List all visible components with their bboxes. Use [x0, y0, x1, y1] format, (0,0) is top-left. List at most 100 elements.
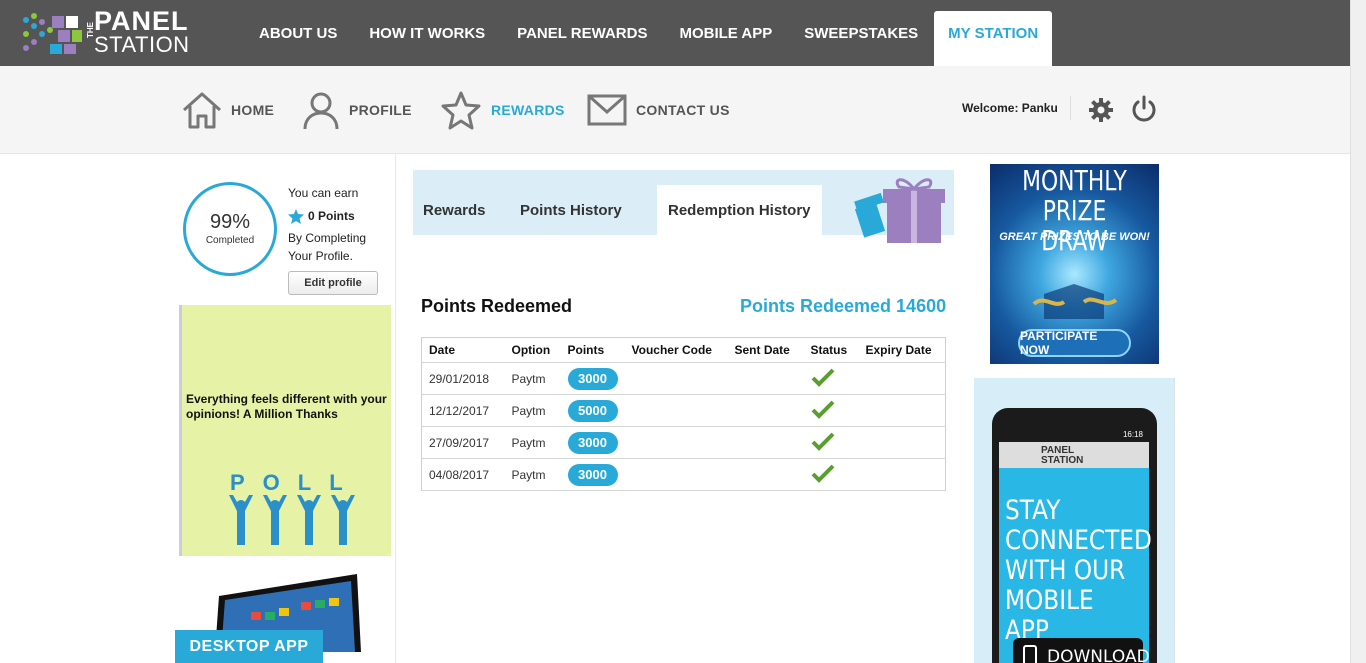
- page-scrollbar[interactable]: [1350, 0, 1366, 663]
- subnav-profile[interactable]: PROFILE: [301, 66, 412, 154]
- table-row: 12/12/2017 Paytm 5000: [421, 394, 946, 427]
- subnav-contact-us[interactable]: CONTACT US: [586, 66, 730, 154]
- cell-sent: [727, 394, 804, 427]
- cell-voucher: [624, 458, 728, 491]
- menu-about-us[interactable]: ABOUT US: [243, 0, 353, 66]
- left-sidebar: 99% Completed You can earn 0 Points By C…: [175, 154, 396, 663]
- cell-voucher: [624, 394, 728, 427]
- cell-expiry: [858, 394, 946, 427]
- logo-mosaic-icon: [23, 13, 82, 54]
- col-voucher-code: Voucher Code: [624, 337, 728, 363]
- menu-my-station[interactable]: MY STATION: [934, 11, 1053, 66]
- right-sidebar: MONTHLY PRIZE DRAW GREAT PRIZES TO BE WO…: [974, 154, 1366, 663]
- logo-panel-text: PANEL: [94, 6, 189, 36]
- cell-expiry: [858, 426, 946, 459]
- panel-station-logo[interactable]: THE PANEL STATION: [22, 8, 192, 58]
- completion-label: Completed: [205, 235, 255, 246]
- monthly-prize-draw-banner[interactable]: MONTHLY PRIZE DRAW GREAT PRIZES TO BE WO…: [990, 164, 1159, 364]
- mail-icon: [587, 94, 627, 126]
- desktop-app-banner[interactable]: DESKTOP APP: [175, 572, 396, 663]
- cell-voucher: [624, 362, 728, 395]
- cell-points: 5000: [560, 394, 625, 427]
- menu-panel-rewards[interactable]: PANEL REWARDS: [501, 0, 663, 66]
- menu-sweepstakes[interactable]: SWEEPSTAKES: [788, 0, 934, 66]
- earn-points-row: 0 Points: [288, 207, 388, 225]
- cell-option: Paytm: [504, 362, 561, 395]
- tab-rewards[interactable]: Rewards: [423, 185, 486, 235]
- download-label: DOWNLOAD: [1047, 647, 1150, 663]
- subnav-home-label: HOME: [231, 102, 275, 118]
- cell-points: 3000: [560, 426, 625, 459]
- subnav-profile-label: PROFILE: [349, 102, 412, 118]
- table-header-row: Date Option Points Voucher Code Sent Dat…: [421, 337, 946, 363]
- cell-points: 3000: [560, 362, 625, 395]
- cell-option: Paytm: [504, 394, 561, 427]
- cell-option: Paytm: [504, 458, 561, 491]
- download-button[interactable]: DOWNLOAD: [1013, 638, 1150, 663]
- cell-date: 27/09/2017: [421, 426, 505, 459]
- check-icon: [811, 368, 834, 387]
- divider: [1070, 96, 1071, 120]
- rewards-tabs-bar: Rewards Points History Redemption Histor…: [413, 170, 954, 243]
- participate-now-button[interactable]: PARTICIPATE NOW: [1018, 329, 1131, 357]
- poll-banner[interactable]: Everything feels different with your opi…: [179, 305, 391, 556]
- cell-expiry: [858, 458, 946, 491]
- profile-completion-ring: 99% Completed: [183, 182, 277, 276]
- main-menu: ABOUT US HOW IT WORKS PANEL REWARDS MOBI…: [243, 0, 1053, 66]
- phone-illustration: 16:18 PANEL STATION STAY CONNECTED WITH …: [992, 408, 1157, 663]
- phone-screen: PANEL STATION STAY CONNECTED WITH OUR MO…: [999, 442, 1152, 663]
- mobile-app-banner[interactable]: 16:18 PANEL STATION STAY CONNECTED WITH …: [974, 378, 1175, 663]
- col-option: Option: [504, 337, 561, 363]
- phone-icon: [1023, 645, 1037, 663]
- points-redeemed-total: Points Redeemed 14600: [740, 296, 947, 316]
- cell-sent: [727, 362, 804, 395]
- gear-icon[interactable]: [1088, 97, 1114, 123]
- col-expiry-date: Expiry Date: [858, 337, 946, 363]
- tab-redemption-history[interactable]: Redemption History: [657, 185, 822, 235]
- star-icon: [441, 91, 481, 130]
- tab-points-history[interactable]: Points History: [520, 185, 622, 235]
- phone-screen-header: PANEL STATION: [999, 442, 1149, 468]
- check-icon: [811, 432, 834, 451]
- people-figures-icon: [229, 495, 355, 545]
- cell-date: 04/08/2017: [421, 458, 505, 491]
- col-status: Status: [803, 337, 859, 363]
- subnav-home[interactable]: HOME: [181, 66, 274, 154]
- points-pill: 3000: [567, 367, 618, 390]
- glowing-box-icon: [1032, 284, 1118, 319]
- logo-station-text: STATION: [94, 32, 190, 57]
- poll-banner-text: Everything feels different with your opi…: [186, 392, 387, 421]
- cell-voucher: [624, 426, 728, 459]
- power-icon[interactable]: [1131, 95, 1157, 123]
- points-pill: 3000: [567, 431, 618, 454]
- home-icon: [183, 92, 221, 129]
- earn-points-value: 0 Points: [308, 209, 355, 223]
- cell-status: [803, 426, 859, 459]
- welcome-text: Welcome: Panku: [962, 101, 1058, 115]
- sub-navigation-bar: HOME PROFILE REWARDS CONTACT US Welcome:…: [0, 66, 1366, 154]
- earn-condition: By Completing Your Profile.: [288, 231, 367, 263]
- stay-connected-headline: STAY CONNECTED WITH OUR MOBILE APP: [1005, 495, 1152, 646]
- subnav-contact-label: CONTACT US: [636, 102, 730, 118]
- subnav-rewards-label: REWARDS: [491, 102, 565, 118]
- menu-how-it-works[interactable]: HOW IT WORKS: [353, 0, 501, 66]
- edit-profile-button[interactable]: Edit profile: [288, 271, 378, 295]
- subnav-rewards[interactable]: REWARDS: [439, 66, 565, 154]
- top-navigation-bar: THE PANEL STATION ABOUT US HOW IT WORKS …: [0, 0, 1366, 66]
- poll-word: POLL: [230, 470, 361, 495]
- cell-status: [803, 458, 859, 491]
- profile-icon: [303, 92, 339, 130]
- table-row: 04/08/2017 Paytm 3000: [421, 458, 946, 491]
- points-redeemed-title: Points Redeemed: [421, 296, 573, 316]
- phone-time: 16:18: [1122, 430, 1143, 439]
- check-icon: [811, 400, 834, 419]
- menu-mobile-app[interactable]: MOBILE APP: [663, 0, 788, 66]
- cell-date: 29/01/2018: [421, 362, 505, 395]
- table-row: 29/01/2018 Paytm 3000: [421, 362, 946, 395]
- cell-status: [803, 362, 859, 395]
- earn-intro: You can earn: [288, 186, 359, 200]
- cell-sent: [727, 458, 804, 491]
- earn-points-info: You can earn 0 Points By Completing Your…: [288, 184, 388, 265]
- phone-logo: PANEL STATION: [1041, 446, 1083, 466]
- redemption-history-table: Date Option Points Voucher Code Sent Dat…: [421, 337, 946, 491]
